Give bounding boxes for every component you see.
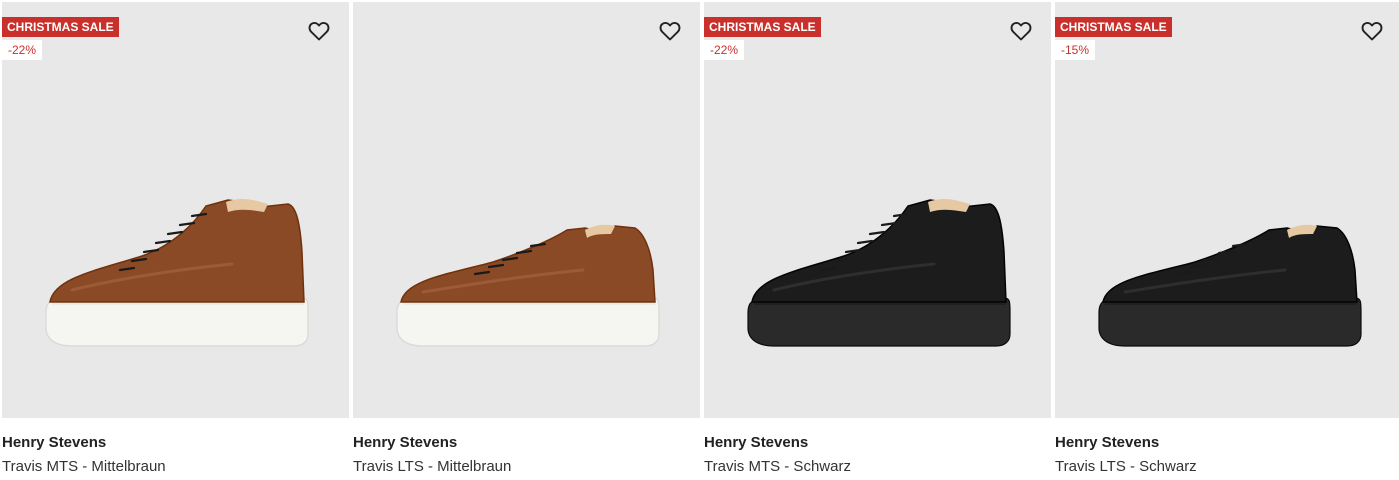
product-card[interactable]: CHRISTMAS SALE -15% Henry Stevens Travis… <box>1055 2 1399 478</box>
wishlist-heart-icon[interactable] <box>1360 19 1384 43</box>
product-image <box>45 198 309 347</box>
product-name[interactable]: Travis LTS - Schwarz <box>1055 458 1197 475</box>
christmas-sale-badge: CHRISTMAS SALE <box>1055 17 1172 37</box>
product-card[interactable]: CHRISTMAS SALE -22% Henry Stevens Travis… <box>704 2 1051 478</box>
product-image <box>396 224 660 347</box>
discount-badge: -22% <box>2 40 43 60</box>
product-grid: CHRISTMAS SALE -22% Henry Stevens Travis… <box>0 0 1399 480</box>
product-image <box>1098 224 1362 347</box>
product-brand[interactable]: Henry Stevens <box>704 434 808 451</box>
product-image-area[interactable]: CHRISTMAS SALE -22% <box>704 2 1051 418</box>
wishlist-heart-icon[interactable] <box>1009 19 1033 43</box>
product-image-area[interactable]: CHRISTMAS SALE -15% <box>1055 2 1399 418</box>
shoe-sole <box>396 297 660 347</box>
product-image <box>747 198 1011 347</box>
product-name[interactable]: Travis MTS - Schwarz <box>704 458 851 475</box>
shoe-sole <box>45 297 309 347</box>
product-name[interactable]: Travis LTS - Mittelbraun <box>353 458 511 475</box>
wishlist-heart-icon[interactable] <box>658 19 682 43</box>
discount-badge: -22% <box>704 40 745 60</box>
discount-badge: -15% <box>1055 40 1096 60</box>
product-image-area[interactable]: CHRISTMAS SALE -22% <box>2 2 349 418</box>
christmas-sale-badge: CHRISTMAS SALE <box>2 17 119 37</box>
shoe-sole <box>747 297 1011 347</box>
product-brand[interactable]: Henry Stevens <box>353 434 457 451</box>
wishlist-heart-icon[interactable] <box>307 19 331 43</box>
product-image-area[interactable] <box>353 2 700 418</box>
product-name[interactable]: Travis MTS - Mittelbraun <box>2 458 166 475</box>
product-card[interactable]: Henry Stevens Travis LTS - Mittelbraun <box>353 2 700 478</box>
shoe-sole <box>1098 297 1362 347</box>
product-brand[interactable]: Henry Stevens <box>2 434 106 451</box>
product-card[interactable]: CHRISTMAS SALE -22% Henry Stevens Travis… <box>2 2 349 478</box>
product-brand[interactable]: Henry Stevens <box>1055 434 1159 451</box>
christmas-sale-badge: CHRISTMAS SALE <box>704 17 821 37</box>
